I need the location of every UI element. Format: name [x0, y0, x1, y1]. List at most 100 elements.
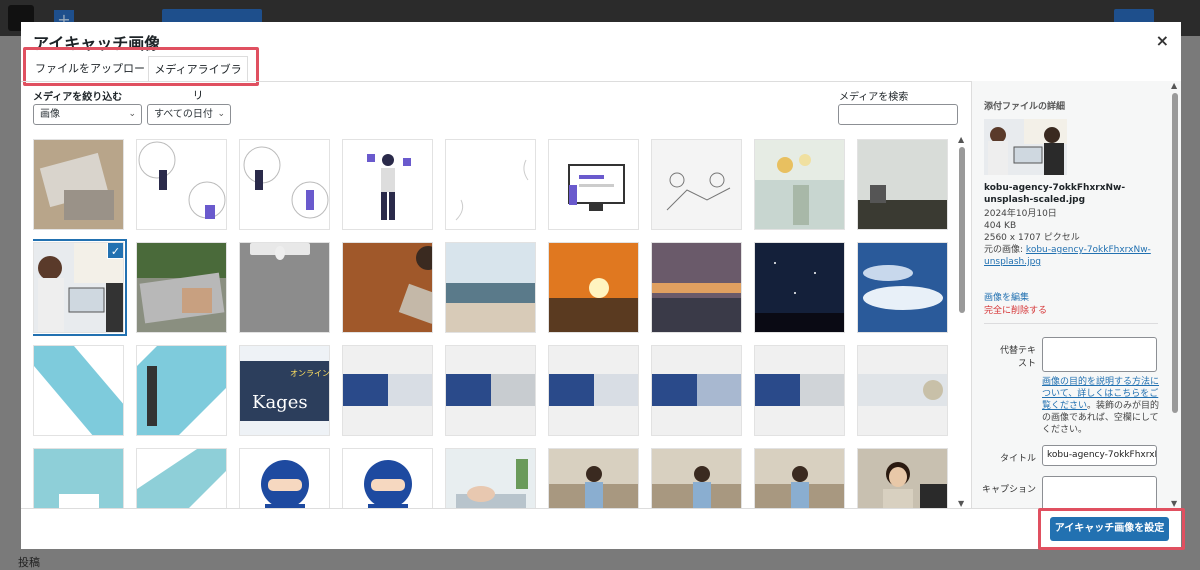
sidebar-scrollbar-thumb[interactable]	[1172, 93, 1178, 413]
media-thumbnail	[858, 243, 947, 332]
media-item[interactable]	[33, 345, 124, 436]
media-item[interactable]	[754, 345, 845, 436]
details-dimensions: 2560 x 1707 ピクセル	[984, 233, 1080, 243]
date-filter-value: すべての日付	[154, 109, 213, 120]
details-divider	[984, 323, 1158, 324]
title-label: タイトル	[999, 454, 1036, 464]
scroll-down-arrow-icon[interactable]: ▼	[1171, 499, 1177, 508]
scroll-down-arrow-icon[interactable]: ▼	[958, 499, 964, 508]
media-item[interactable]	[754, 242, 845, 333]
media-item[interactable]	[651, 345, 742, 436]
media-item-selected[interactable]: ✓	[33, 242, 124, 333]
media-thumbnail	[549, 243, 638, 332]
media-type-value: 画像	[40, 109, 60, 120]
media-item[interactable]	[136, 448, 227, 508]
tab-media-library[interactable]: メディアライブラリ	[148, 56, 248, 102]
close-icon[interactable]: ×	[1156, 31, 1169, 50]
media-type-select[interactable]: 画像 ⌄	[33, 104, 142, 125]
footer-divider	[21, 508, 1181, 509]
media-thumbnail	[652, 449, 741, 508]
media-item[interactable]	[651, 448, 742, 508]
media-item[interactable]	[342, 139, 433, 230]
original-image-label: 元の画像:	[984, 245, 1024, 255]
filter-label: メディアを絞り込む	[33, 92, 123, 103]
grid-scrollbar[interactable]: ▲ ▼	[956, 135, 968, 508]
media-thumbnail	[446, 346, 535, 435]
details-date: 2024年10月10日	[984, 209, 1057, 219]
media-thumbnail	[446, 243, 535, 332]
details-heading: 添付ファイルの詳細	[984, 102, 1066, 112]
media-thumbnail	[549, 346, 638, 435]
tab-upload-files[interactable]: ファイルをアップロード	[33, 56, 158, 82]
svg-text:Kages: Kages	[252, 392, 308, 413]
media-item[interactable]: Kages オンライン	[239, 345, 330, 436]
media-thumbnail	[652, 243, 741, 332]
media-item[interactable]	[857, 242, 948, 333]
media-thumbnail	[549, 140, 638, 229]
media-item[interactable]	[342, 448, 433, 508]
media-item[interactable]	[754, 448, 845, 508]
media-item[interactable]	[445, 448, 536, 508]
media-item[interactable]	[342, 242, 433, 333]
details-size: 404 KB	[984, 221, 1017, 231]
details-filename: kobu-agency-7okkFhxrxNw-unsplash-scaled.…	[984, 183, 1126, 205]
grid-scrollbar-thumb[interactable]	[959, 147, 965, 313]
search-label: メディアを検索	[839, 92, 909, 103]
media-item[interactable]	[857, 345, 948, 436]
media-thumbnail	[858, 346, 947, 435]
media-item[interactable]	[239, 448, 330, 508]
media-item[interactable]	[651, 242, 742, 333]
media-thumbnail	[343, 346, 432, 435]
media-thumbnail	[343, 140, 432, 229]
alt-text-help: 画像の目的を説明する方法について、詳しくはこちらをご覧ください。装飾のみが目的の…	[1042, 376, 1160, 436]
media-thumbnail	[549, 449, 638, 508]
media-thumbnail	[446, 449, 535, 508]
media-thumbnail	[755, 140, 844, 229]
edit-image-link[interactable]: 画像を編集	[984, 290, 1029, 303]
media-item[interactable]	[445, 242, 536, 333]
set-featured-image-button[interactable]: アイキャッチ画像を設定	[1050, 517, 1169, 541]
title-field[interactable]: kobu-agency-7okkFhxrxNw-unsplash-scaled	[1042, 445, 1157, 466]
caption-field[interactable]	[1042, 476, 1157, 508]
media-item[interactable]	[857, 448, 948, 508]
media-thumbnail	[652, 346, 741, 435]
scroll-up-arrow-icon[interactable]: ▲	[1171, 81, 1177, 90]
media-thumbnail	[137, 140, 226, 229]
media-thumbnail	[858, 140, 947, 229]
tabs-divider	[21, 81, 971, 82]
media-item[interactable]	[445, 139, 536, 230]
media-item[interactable]	[33, 139, 124, 230]
search-input[interactable]	[838, 104, 958, 125]
media-thumbnail	[34, 140, 123, 229]
checkmark-icon[interactable]: ✓	[107, 243, 123, 259]
alt-text-field[interactable]	[1042, 337, 1157, 372]
media-item[interactable]	[33, 448, 124, 508]
media-item[interactable]	[857, 139, 948, 230]
media-item[interactable]	[136, 139, 227, 230]
media-thumbnail	[343, 243, 432, 332]
media-item[interactable]	[136, 242, 227, 333]
editor-bottom-area: 投稿	[0, 548, 1200, 570]
media-item[interactable]	[754, 139, 845, 230]
media-thumbnail	[652, 140, 741, 229]
media-thumbnail	[240, 449, 329, 508]
delete-permanently-link[interactable]: 完全に削除する	[984, 303, 1047, 316]
media-item[interactable]	[239, 139, 330, 230]
sidebar-scrollbar[interactable]: ▲ ▼	[1170, 81, 1180, 508]
media-item[interactable]	[548, 448, 639, 508]
media-item[interactable]	[651, 139, 742, 230]
media-item[interactable]	[445, 345, 536, 436]
media-item[interactable]	[548, 345, 639, 436]
media-item[interactable]	[342, 345, 433, 436]
media-item[interactable]	[239, 242, 330, 333]
media-thumbnail	[137, 449, 226, 508]
media-thumbnail	[137, 346, 226, 435]
editor-post-label: 投稿	[18, 556, 40, 569]
media-item[interactable]	[136, 345, 227, 436]
caption-label: キャプション	[982, 485, 1037, 495]
date-filter-select[interactable]: すべての日付 ⌄	[147, 104, 231, 125]
scroll-up-arrow-icon[interactable]: ▲	[958, 135, 964, 144]
media-item[interactable]	[548, 242, 639, 333]
media-item[interactable]	[548, 139, 639, 230]
details-thumbnail	[984, 119, 1067, 175]
